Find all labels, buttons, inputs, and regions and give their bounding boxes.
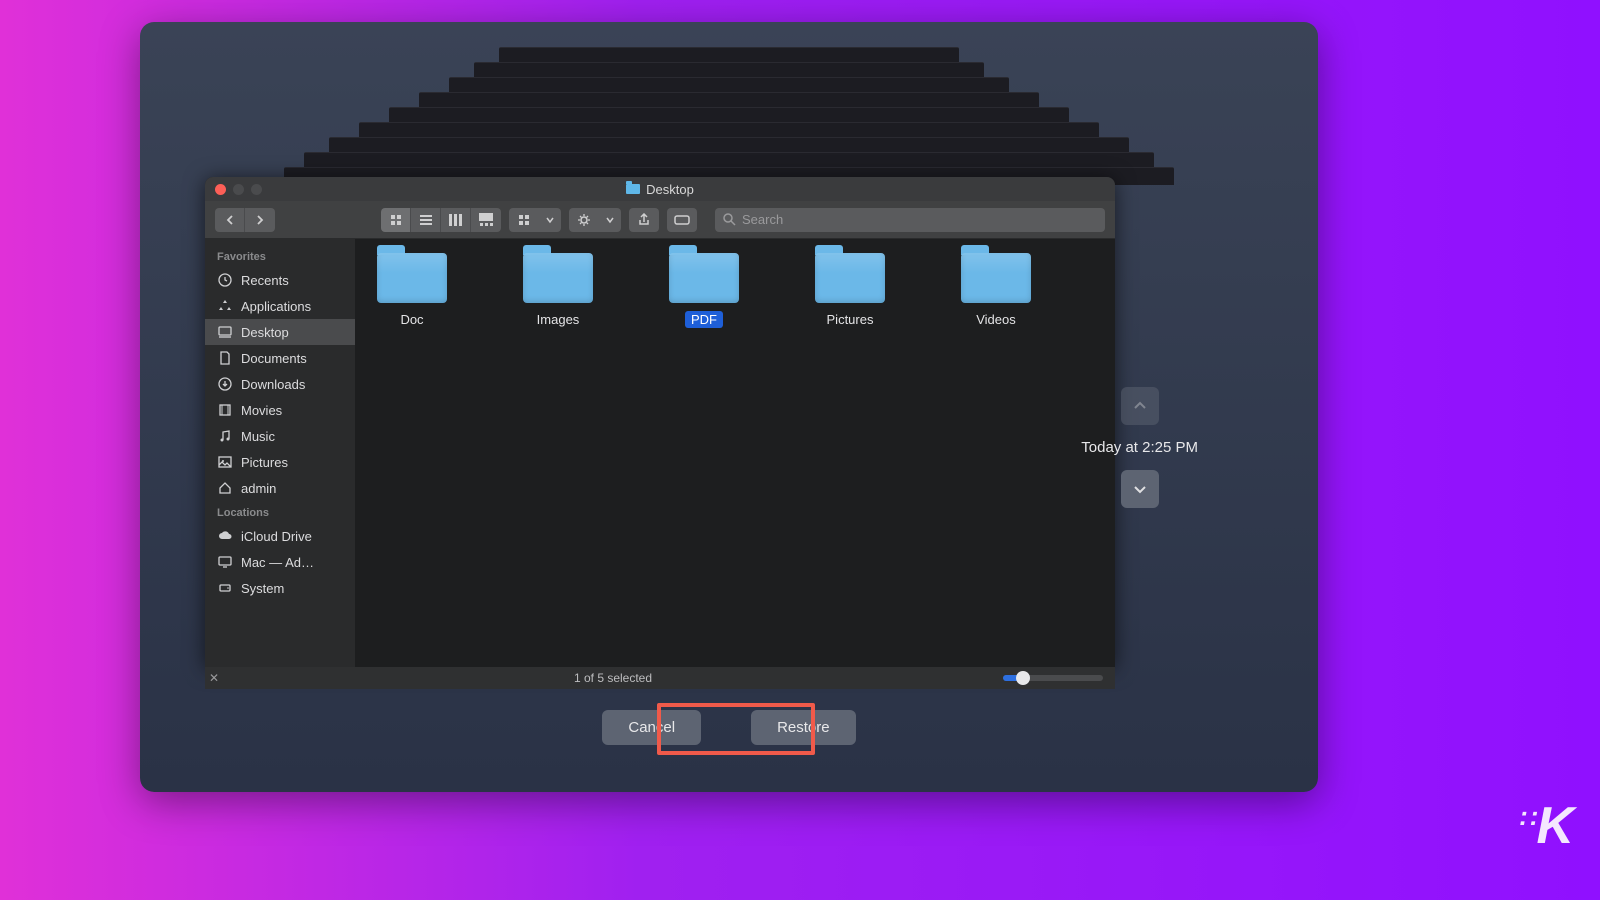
clock-icon — [217, 272, 233, 288]
download-icon — [217, 376, 233, 392]
sidebar-header-locations: Locations — [205, 501, 355, 523]
watermark-logo: ::K — [1519, 796, 1572, 856]
timeline-down-button[interactable] — [1121, 470, 1159, 508]
folder-label: Pictures — [821, 311, 880, 328]
search-icon — [723, 213, 736, 226]
title-folder-icon — [626, 184, 640, 194]
finder-toolbar — [205, 201, 1115, 239]
folder-pictures[interactable]: Pictures — [807, 253, 893, 328]
sidebar-header-favorites: Favorites — [205, 245, 355, 267]
sidebar-item-system[interactable]: System — [205, 575, 355, 601]
tags-button[interactable] — [667, 208, 697, 232]
back-button[interactable] — [215, 208, 245, 232]
sidebar-item-admin[interactable]: admin — [205, 475, 355, 501]
finder-titlebar: Desktop — [205, 177, 1115, 201]
statusbar-close-icon[interactable]: ✕ — [205, 671, 223, 685]
finder-content[interactable]: Doc Images PDF Pictures Videos — [355, 239, 1115, 667]
sidebar-item-applications[interactable]: Applications — [205, 293, 355, 319]
photo-icon — [217, 454, 233, 470]
folder-label: Doc — [394, 311, 429, 328]
forward-button[interactable] — [245, 208, 275, 232]
folder-images[interactable]: Images — [515, 253, 601, 328]
selection-count: 1 of 5 selected — [223, 671, 1003, 685]
folder-icon — [377, 253, 447, 303]
folder-icon — [523, 253, 593, 303]
documents-icon — [217, 350, 233, 366]
sidebar-label: Pictures — [241, 455, 288, 470]
cancel-button[interactable]: Cancel — [602, 710, 701, 745]
window-title: Desktop — [646, 182, 694, 197]
time-machine-window: Desktop — [140, 22, 1318, 792]
cloud-icon — [217, 528, 233, 544]
search-field[interactable] — [715, 208, 1105, 232]
list-view-button[interactable] — [411, 208, 441, 232]
timeline-up-button[interactable] — [1121, 387, 1159, 425]
sidebar-label: Recents — [241, 273, 289, 288]
icon-size-slider[interactable] — [1003, 675, 1103, 681]
sidebar-label: Mac — Ad… — [241, 555, 314, 570]
apps-icon — [217, 298, 233, 314]
sidebar-item-movies[interactable]: Movies — [205, 397, 355, 423]
gallery-view-button[interactable] — [471, 208, 501, 232]
folder-icon — [815, 253, 885, 303]
home-icon — [217, 480, 233, 496]
action-dropdown[interactable] — [599, 208, 621, 232]
folder-icon — [961, 253, 1031, 303]
folder-icon — [669, 253, 739, 303]
group-by-button[interactable] — [509, 208, 539, 232]
sidebar-item-desktop[interactable]: Desktop — [205, 319, 355, 345]
monitor-icon — [217, 554, 233, 570]
folder-label: PDF — [685, 311, 723, 328]
sidebar-label: Documents — [241, 351, 307, 366]
folder-pdf[interactable]: PDF — [661, 253, 747, 328]
music-icon — [217, 428, 233, 444]
sidebar-label: Applications — [241, 299, 311, 314]
hdd-icon — [217, 580, 233, 596]
sidebar-label: System — [241, 581, 284, 596]
sidebar-label: Desktop — [241, 325, 289, 340]
restore-button[interactable]: Restore — [751, 710, 856, 745]
folder-videos[interactable]: Videos — [953, 253, 1039, 328]
timeline-nav: Today at 2:25 PM — [1081, 387, 1198, 508]
folder-label: Images — [531, 311, 586, 328]
finder-statusbar: ✕ 1 of 5 selected — [205, 667, 1115, 689]
sidebar-label: Downloads — [241, 377, 305, 392]
sidebar-label: iCloud Drive — [241, 529, 312, 544]
sidebar-item-recents[interactable]: Recents — [205, 267, 355, 293]
film-icon — [217, 402, 233, 418]
sidebar-item-icloud[interactable]: iCloud Drive — [205, 523, 355, 549]
icon-view-button[interactable] — [381, 208, 411, 232]
sidebar-item-mac[interactable]: Mac — Ad… — [205, 549, 355, 575]
desktop-icon — [217, 324, 233, 340]
timeline-timestamp: Today at 2:25 PM — [1081, 439, 1198, 456]
sidebar-item-documents[interactable]: Documents — [205, 345, 355, 371]
share-button[interactable] — [629, 208, 659, 232]
search-input[interactable] — [742, 212, 1097, 227]
finder-window: Desktop — [205, 177, 1115, 667]
sidebar-label: Movies — [241, 403, 282, 418]
folder-label: Videos — [970, 311, 1022, 328]
sidebar-label: admin — [241, 481, 276, 496]
column-view-button[interactable] — [441, 208, 471, 232]
folder-doc[interactable]: Doc — [369, 253, 455, 328]
sidebar-item-music[interactable]: Music — [205, 423, 355, 449]
sidebar-item-downloads[interactable]: Downloads — [205, 371, 355, 397]
sidebar-item-pictures[interactable]: Pictures — [205, 449, 355, 475]
group-by-dropdown[interactable] — [539, 208, 561, 232]
sidebar-label: Music — [241, 429, 275, 444]
action-button[interactable] — [569, 208, 599, 232]
finder-sidebar: Favorites Recents Applications Desktop D… — [205, 239, 355, 667]
